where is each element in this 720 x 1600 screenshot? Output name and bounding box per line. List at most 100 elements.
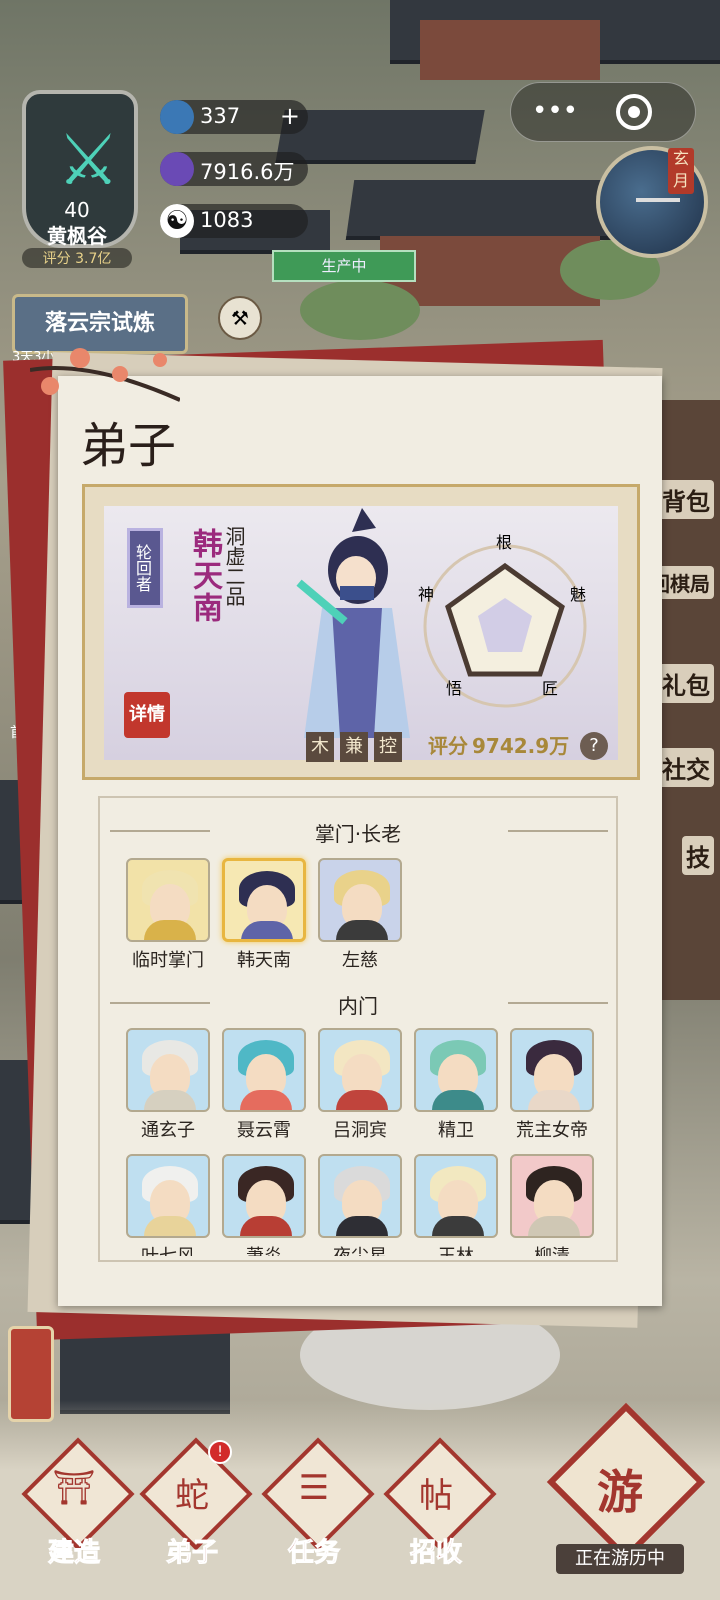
portrait-body [144,920,196,940]
portrait-body [336,1090,388,1110]
tasks-icon: ☰ [298,1468,330,1508]
portrait-body [336,1216,388,1236]
portrait-body [240,1090,292,1110]
radar-label-charm: 魅 [570,585,586,604]
element-tag-wood: 木 [306,732,334,762]
detail-button[interactable]: 详情 [124,692,170,738]
resource-crystal[interactable]: 7916.6万 [160,152,308,186]
disciple-tile[interactable] [222,1028,306,1112]
hero-rank: 洞虚二品 [222,526,246,606]
disciple-name: 荒主女帝 [516,1120,588,1141]
travel-icon: 游 [597,1465,643,1519]
hero-score: 9742.9万 [472,734,570,758]
side-menu-bag[interactable]: 背包 [658,480,714,519]
disciple-tile[interactable] [318,1154,402,1238]
portrait-body [432,1216,484,1236]
side-menu-social[interactable]: 社交 [658,748,714,787]
hero-score-label: 评分 [428,734,468,758]
disciple-tile[interactable] [318,1028,402,1112]
nav-recruit[interactable]: 帖 招收 [380,1437,497,1569]
portrait-body [144,1216,196,1236]
disciple-name: 王林 [406,1242,506,1256]
sect-level: 40 [64,198,90,222]
help-icon[interactable]: ? [580,732,608,760]
nav-tasks[interactable]: ☰ 任务 [258,1437,375,1569]
attribute-radar-chart: 根 魅 匠 悟 神 [418,533,587,708]
side-menu-skill[interactable]: 技 [682,836,714,875]
resource-value: 7916.6万 [200,160,295,184]
disciple-tile[interactable] [510,1028,594,1112]
disciple-tile[interactable] [414,1028,498,1112]
resource-yinyang[interactable]: ☯ 1083 [160,204,308,238]
portrait-body [241,921,293,939]
portrait-body [240,1216,292,1236]
section-title-inner: 内门 [338,994,378,1018]
build-icon: ⛩ [52,1468,96,1508]
disciple-name: 柳清 [502,1242,602,1256]
disciple-name: 左慈 [342,950,378,971]
producing-status[interactable]: 生产中 [272,250,416,282]
element-tag-dual: 兼 [340,732,368,762]
portrait-body [144,1090,196,1110]
portrait-body [432,1090,484,1110]
sect-emblem[interactable]: ⚔ 40 黄枫谷 评分 3.7亿 [12,80,142,270]
sect-name: 黄枫谷 [47,224,107,248]
disciples-icon: 蛇 [175,1476,209,1516]
clock-hand [636,198,680,202]
notification-badge: ! [208,1440,232,1464]
more-button[interactable]: ••• [520,92,590,132]
disciple-name: 吕洞宾 [333,1120,387,1141]
disciple-tile[interactable] [414,1154,498,1238]
element-tag-control: 控 [374,732,402,762]
hammer-icon[interactable]: ⚒ [218,296,262,340]
panel-title: 弟子 [80,418,177,474]
disciple-name: 精卫 [438,1120,474,1141]
hero-portrait [296,508,410,738]
resource-spirit-stone[interactable]: 337 + [160,100,308,134]
disciple-tile[interactable] [318,858,402,942]
radar-label-spirit: 神 [418,585,434,604]
travel-button[interactable]: 游 正在游历中 [540,1402,706,1576]
crystal-icon [160,152,194,186]
portrait-body [336,920,388,940]
portrait-body [528,1090,580,1110]
yinyang-icon: ☯ [160,204,194,238]
nav-build[interactable]: ⛩ 建造 [18,1437,135,1569]
radar-label-craft: 匠 [542,679,558,698]
disciple-name: 韩天南 [237,950,291,971]
disciple-tile[interactable] [222,858,306,942]
sword-emblem-icon: ⚔ [57,119,120,201]
disciple-tile[interactable] [126,1154,210,1238]
disciple-name: 聂云霄 [237,1120,291,1141]
side-menu-gift[interactable]: 礼包 [658,664,714,703]
month-label: 玄月 [668,148,694,194]
recruit-icon: 帖 [419,1476,453,1516]
disciple-tile[interactable] [126,1028,210,1112]
disciple-tile[interactable] [222,1154,306,1238]
radar-label-root: 根 [496,533,512,552]
section-title-elders: 掌门·长老 [314,822,402,846]
disciple-name: 临时掌门 [132,950,204,971]
resource-value: 1083 [200,208,254,232]
portrait-body [528,1216,580,1236]
resource-value: 337 [200,104,241,128]
disciple-name: 萧炎 [214,1242,314,1256]
nav-label: 弟子 [165,1538,218,1569]
disciple-name: 通玄子 [141,1120,195,1141]
disciple-tile[interactable] [510,1154,594,1238]
spirit-stone-icon [160,100,194,134]
nav-label: 任务 [287,1538,340,1569]
nav-disciples[interactable]: 蛇 弟子 ! [136,1437,253,1569]
nav-label: 建造 [47,1538,100,1569]
reincarnator-tag: 轮回者 [127,528,163,608]
disciple-tile[interactable] [126,858,210,942]
nav-label: 招收 [409,1538,462,1569]
scroll-icon[interactable] [8,1326,54,1422]
radar-label-insight: 悟 [446,679,462,698]
disciple-name: 夜尘星 [310,1242,410,1256]
travel-label: 正在游历中 [556,1544,684,1574]
add-icon[interactable]: + [280,102,300,130]
disciple-name: 叶七风 [118,1242,218,1256]
sect-score: 评分 3.7亿 [22,248,132,268]
close-mini-program-icon[interactable] [616,94,652,130]
